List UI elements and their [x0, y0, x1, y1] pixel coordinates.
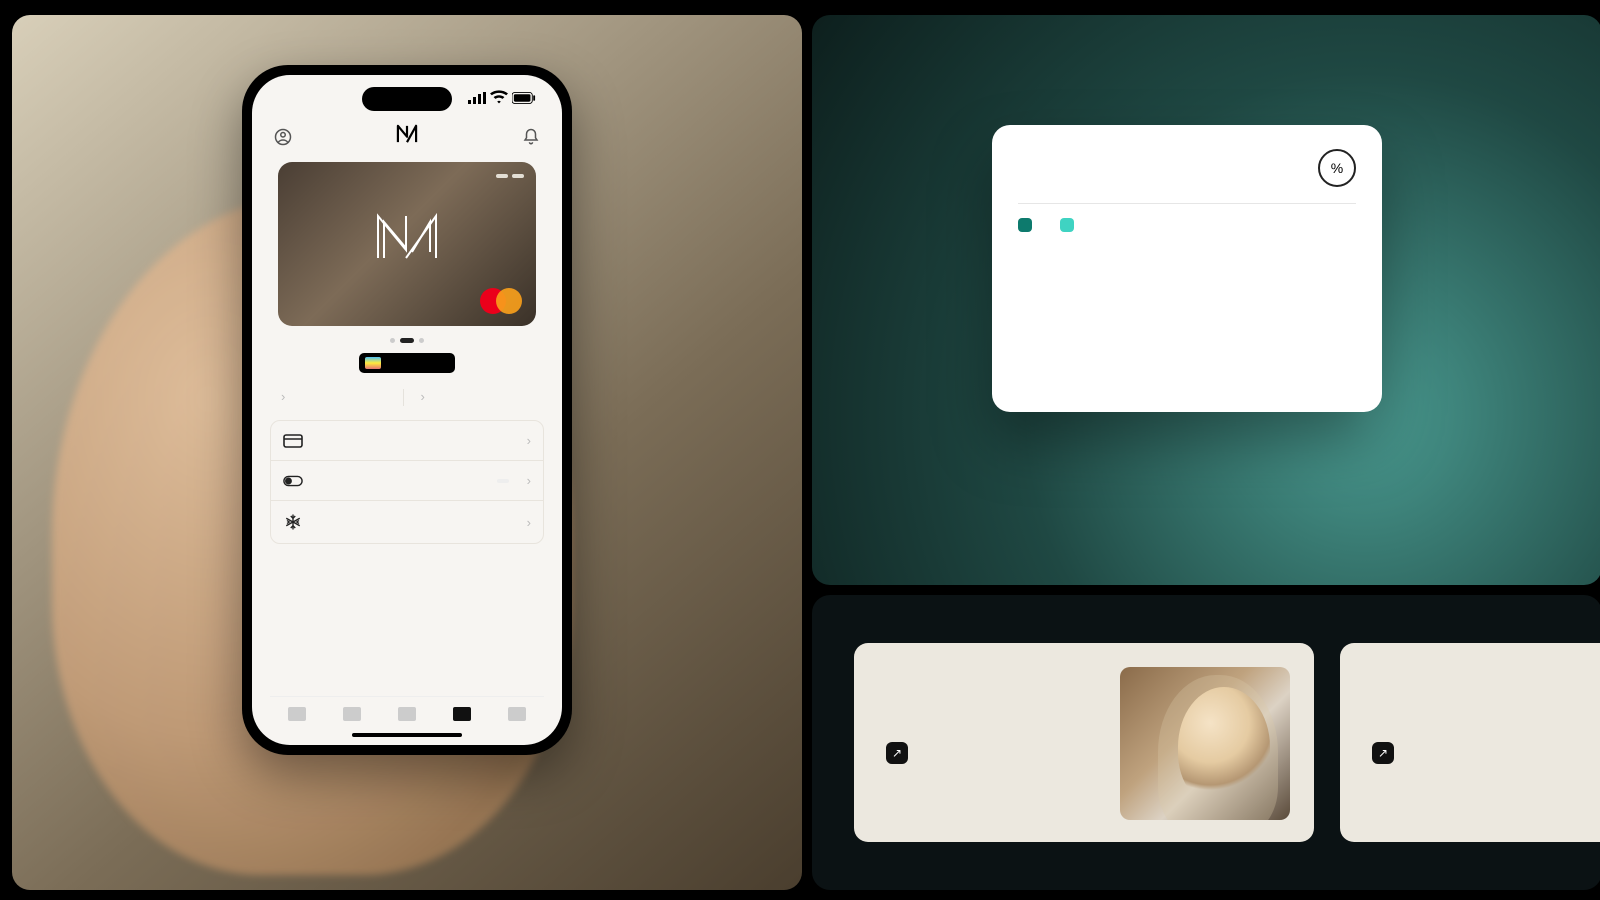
card-actions: › › › — [270, 420, 544, 544]
battery-icon — [512, 92, 536, 107]
mastercard-icon — [480, 288, 522, 314]
card-mode-row[interactable]: › — [271, 460, 543, 500]
wifi-icon — [490, 89, 508, 110]
chart-legend — [1018, 218, 1356, 232]
snowflake-icon — [283, 513, 303, 531]
card-n-logo — [372, 210, 442, 274]
get-card-cta[interactable]: ↗ — [1364, 742, 1600, 764]
dynamic-island — [362, 87, 452, 111]
available-balance-tile[interactable]: › — [403, 389, 543, 406]
toggle-icon — [283, 475, 303, 487]
card-mode-value — [497, 479, 509, 483]
interest-bar-chart — [1018, 248, 1356, 388]
card-pager[interactable] — [270, 338, 544, 343]
bell-icon[interactable] — [520, 126, 542, 148]
percent-icon: % — [1318, 149, 1356, 187]
promo-image — [1120, 667, 1290, 820]
tab-card[interactable] — [453, 707, 471, 723]
phone-mock-panel: › › — [12, 15, 802, 890]
add-to-apple-wallet-button[interactable] — [359, 353, 455, 373]
phone-frame: › › — [242, 65, 572, 755]
chevron-right-icon: › — [421, 389, 425, 404]
promo-earn-interest[interactable]: ↗ — [854, 643, 1314, 842]
chevron-right-icon: › — [281, 389, 285, 404]
arrow-up-right-icon: ↗ — [886, 742, 908, 764]
card-badge-debit — [496, 174, 508, 178]
card-badge-virtual — [512, 174, 524, 178]
chevron-right-icon: › — [527, 515, 531, 530]
tab-dashboard[interactable] — [288, 707, 306, 723]
balances: › › — [270, 389, 544, 420]
card-details-row[interactable]: › — [271, 421, 543, 460]
phone-screen: › › — [252, 75, 562, 745]
home-indicator — [352, 733, 462, 737]
chevron-right-icon: › — [527, 473, 531, 488]
app-bar — [270, 124, 544, 162]
earn-interest-cta[interactable]: ↗ — [878, 742, 1102, 764]
payment-card[interactable] — [278, 162, 536, 326]
tab-wallet[interactable] — [343, 707, 361, 723]
card-icon — [283, 434, 303, 448]
tab-bar — [270, 696, 544, 727]
profile-icon[interactable] — [272, 126, 294, 148]
cashback-tile[interactable]: › — [272, 389, 403, 406]
tab-exchange[interactable] — [508, 707, 526, 723]
freeze-card-row[interactable]: › — [271, 500, 543, 543]
interest-card: % — [992, 125, 1382, 412]
promo-panel: ↗ ↗ — [812, 595, 1600, 890]
interest-chart-panel: % — [812, 15, 1600, 585]
signal-icon — [468, 89, 486, 110]
nexo-logo — [396, 124, 418, 150]
tab-markets[interactable] — [398, 707, 416, 723]
arrow-up-right-icon: ↗ — [1372, 742, 1394, 764]
promo-nexo-card[interactable]: ↗ — [1340, 643, 1600, 842]
chevron-right-icon: › — [527, 433, 531, 448]
apple-wallet-icon — [365, 357, 381, 369]
